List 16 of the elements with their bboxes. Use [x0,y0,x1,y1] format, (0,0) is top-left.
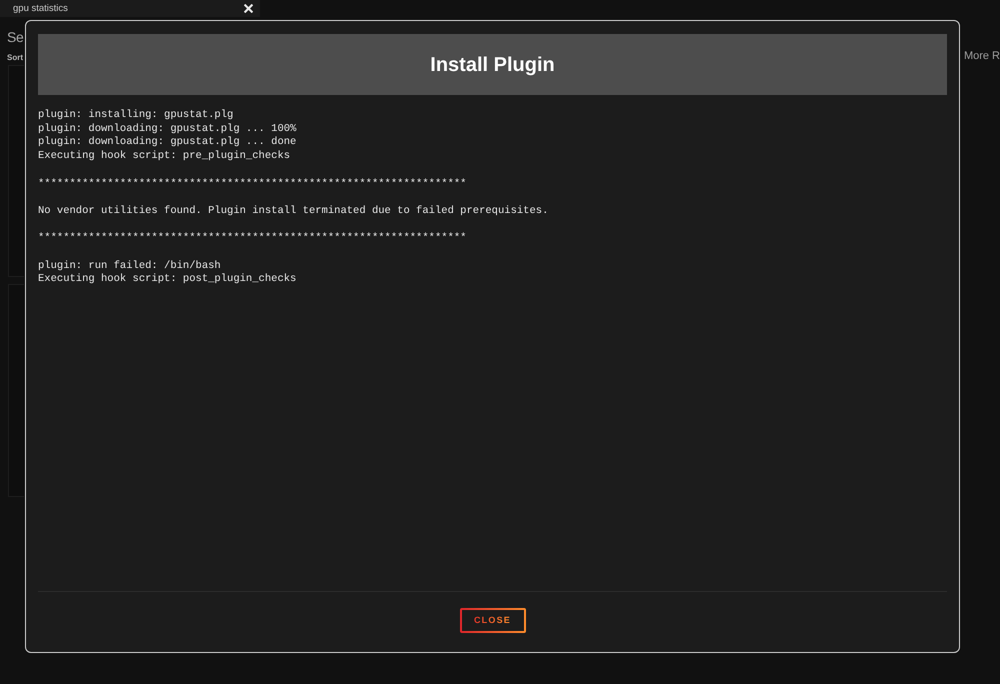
log-line: ******************************************************************** [38,178,466,192]
sort-label: Sort [7,54,23,62]
more-link[interactable]: More R [964,51,1000,62]
page-heading: Se [7,29,24,45]
close-button[interactable]: CLOSE [460,608,526,633]
log-line: plugin: downloading: gpustat.plg ... done [38,136,296,150]
log-line: Executing hook script: pre_plugin_checks [38,150,290,164]
log-line: plugin: downloading: gpustat.plg ... 100% [38,122,296,136]
log-line: plugin: run failed: /bin/bash [38,260,221,273]
log-line: plugin: installing: gpustat.plg [38,109,234,123]
log-line: Executing hook script: post_plugin_checks [38,273,296,288]
dialog-title: Install Plugin [430,54,555,74]
page-tab[interactable]: gpu statistics [0,0,260,17]
log-line: ******************************************************************** [38,232,466,246]
log-line: No vendor utilities found. Plugin install terminated due to failed prerequisites. [38,204,548,219]
close-icon[interactable] [244,4,253,13]
